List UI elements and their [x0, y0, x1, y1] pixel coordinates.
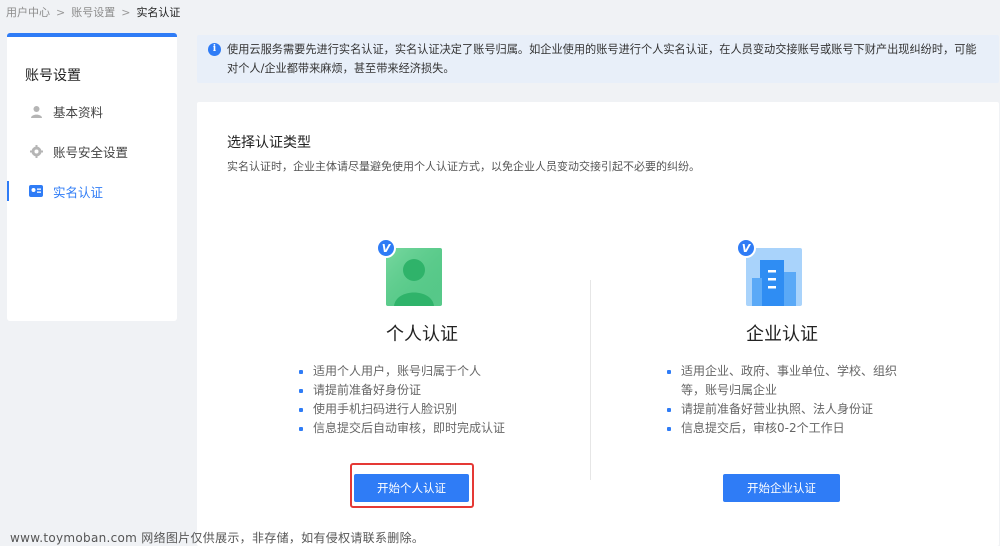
sidebar-item-security[interactable]: 账号安全设置 — [7, 139, 177, 163]
breadcrumb: 用户中心 > 账号设置 > 实名认证 — [6, 4, 180, 20]
info-icon: i — [208, 43, 221, 56]
sidebar: 账号设置 基本资料 账号安全设置 实名认证 — [7, 33, 177, 321]
sidebar-item-basic-info[interactable]: 基本资料 — [7, 99, 177, 123]
id-card-icon — [29, 184, 43, 198]
list-item: 请提前准备好身份证 — [299, 381, 505, 400]
sidebar-item-label: 实名认证 — [53, 184, 104, 200]
sidebar-item-label: 基本资料 — [53, 104, 104, 120]
start-company-verification-button[interactable]: 开始企业认证 — [723, 474, 840, 502]
watermark: www.toymoban.com 网络图片仅供展示，非存储，如有侵权请联系删除。 — [10, 531, 425, 545]
breadcrumb-separator: > — [56, 5, 66, 19]
breadcrumb-user-center[interactable]: 用户中心 — [6, 4, 50, 20]
list-item: 信息提交后自动审核，即时完成认证 — [299, 419, 505, 438]
list-item: 使用手机扫码进行人脸识别 — [299, 400, 505, 419]
verified-badge: V — [736, 238, 756, 258]
personal-title: 个人认证 — [386, 324, 458, 345]
person-icon: V — [376, 238, 446, 308]
list-item: 适用个人用户，账号归属于个人 — [299, 362, 505, 381]
list-item: 信息提交后，审核0-2个工作日 — [667, 419, 897, 438]
building-icon: V — [736, 238, 806, 308]
personal-feature-list: 适用个人用户，账号归属于个人 请提前准备好身份证 使用手机扫码进行人脸识别 信息… — [299, 362, 505, 438]
sidebar-item-real-name[interactable]: 实名认证 — [7, 179, 177, 203]
page-title: 选择认证类型 — [227, 135, 311, 151]
verified-badge: V — [376, 238, 396, 258]
highlight-box — [350, 463, 474, 508]
page-description: 实名认证时，企业主体请尽量避免使用个人认证方式，以免企业人员变动交接引起不必要的… — [227, 160, 700, 173]
list-item: 请提前准备好营业执照、法人身份证 — [667, 400, 897, 419]
gear-icon — [29, 144, 43, 158]
breadcrumb-current: 实名认证 — [136, 6, 181, 19]
company-feature-list: 适用企业、政府、事业单位、学校、组织等，账号归属企业 请提前准备好营业执照、法人… — [667, 362, 897, 438]
divider — [590, 280, 591, 480]
breadcrumb-account-settings[interactable]: 账号设置 — [71, 4, 115, 20]
list-item: 适用企业、政府、事业单位、学校、组织等，账号归属企业 — [667, 362, 897, 400]
notice-text: 使用云服务需要先进行实名认证，实名认证决定了账号归属。如企业使用的账号进行个人实… — [227, 43, 977, 75]
user-icon — [29, 104, 43, 118]
verification-card: 选择认证类型 实名认证时，企业主体请尽量避免使用个人认证方式，以免企业人员变动交… — [197, 102, 999, 546]
sidebar-item-label: 账号安全设置 — [53, 144, 129, 160]
notice-banner: i 使用云服务需要先进行实名认证，实名认证决定了账号归属。如企业使用的账号进行个… — [197, 35, 999, 83]
sidebar-title: 账号设置 — [25, 68, 81, 84]
company-title: 企业认证 — [746, 324, 818, 345]
breadcrumb-separator: > — [121, 5, 131, 19]
